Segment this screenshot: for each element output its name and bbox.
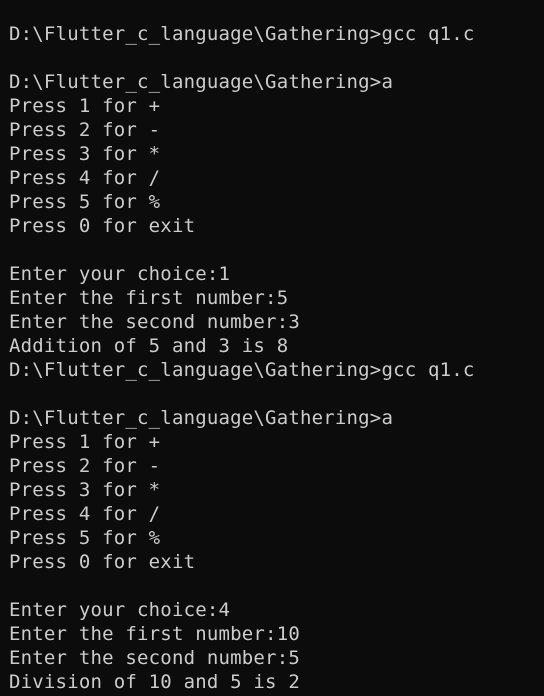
- terminal-line-choice-input: Enter your choice:1: [9, 263, 231, 285]
- terminal-line-prompt-compile-2: D:\Flutter_c_language\Gathering>gcc q1.c: [9, 359, 475, 381]
- terminal-line-menu-4: Press 4 for /: [9, 167, 161, 189]
- terminal-line-prompt-run-1: D:\Flutter_c_language\Gathering>a: [9, 71, 394, 93]
- terminal-line-menu-3: Press 3 for *: [9, 479, 161, 501]
- terminal-line-menu-1: Press 1 for +: [9, 95, 161, 117]
- terminal-line-menu-2: Press 2 for -: [9, 119, 161, 141]
- terminal-line-second-number-input: Enter the second number:5: [9, 647, 300, 669]
- terminal-line-prompt-compile-1: D:\Flutter_c_language\Gathering>gcc q1.c: [9, 23, 475, 45]
- terminal-line-menu-4: Press 4 for /: [9, 503, 161, 525]
- terminal-line-first-number-input: Enter the first number:5: [9, 287, 289, 309]
- terminal-line-menu-0: Press 0 for exit: [9, 551, 196, 573]
- terminal-line-menu-0: Press 0 for exit: [9, 215, 196, 237]
- terminal-line-menu-5: Press 5 for %: [9, 191, 161, 213]
- terminal-line-choice-input: Enter your choice:4: [9, 599, 231, 621]
- terminal-line-result: Division of 10 and 5 is 2: [9, 671, 300, 693]
- terminal-line-prompt-run-2: D:\Flutter_c_language\Gathering>a: [9, 407, 394, 429]
- terminal-line-menu-2: Press 2 for -: [9, 455, 161, 477]
- terminal-line-menu-1: Press 1 for +: [9, 431, 161, 453]
- terminal-window[interactable]: D:\Flutter_c_language\Gathering>gcc q1.c…: [0, 0, 544, 696]
- terminal-line-result: Addition of 5 and 3 is 8: [9, 335, 289, 357]
- terminal-line-menu-5: Press 5 for %: [9, 527, 161, 549]
- terminal-line-first-number-input: Enter the first number:10: [9, 623, 300, 645]
- terminal-line-menu-3: Press 3 for *: [9, 143, 161, 165]
- terminal-line-second-number-input: Enter the second number:3: [9, 311, 300, 333]
